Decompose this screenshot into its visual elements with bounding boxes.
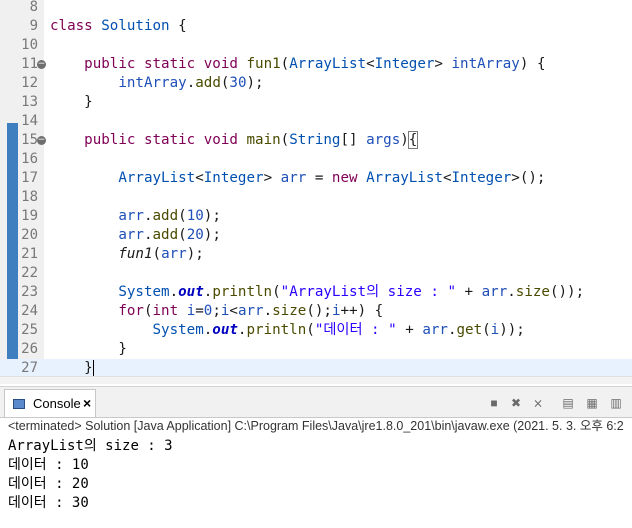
code-line: 8: [0, 0, 632, 17]
console-output-line: 데이터 : 30: [8, 495, 89, 511]
line-number: 25: [21, 322, 38, 338]
code-line: 25 System.out.println("데이터 : " + arr.get…: [0, 321, 632, 340]
code-line: 13 }: [0, 93, 632, 112]
fold-collapse-icon[interactable]: −: [37, 60, 46, 69]
code-text: System.out.println("ArrayList의 size : " …: [118, 284, 585, 300]
code-text: System.out.println("데이터 : " + arr.get(i)…: [152, 322, 525, 338]
console-status-line: <terminated> Solution [Java Application]…: [8, 419, 624, 433]
code-line: 14: [0, 112, 632, 131]
code-line: 23 System.out.println("ArrayList의 size :…: [0, 283, 632, 302]
line-number: 21: [21, 246, 38, 262]
line-number: 19: [21, 208, 38, 224]
line-number: 10: [21, 37, 38, 53]
console-icon: [13, 399, 25, 409]
code-text: intArray.add(30);: [118, 75, 264, 91]
console-output[interactable]: ArrayList의 size : 3 데이터 : 10 데이터 : 20 데이터 :…: [8, 437, 173, 513]
code-text: fun1(arr);: [118, 246, 204, 262]
line-number: 26: [21, 341, 38, 357]
code-editor[interactable]: 8 9 class Solution { 10 11 − public stat…: [0, 0, 632, 384]
code-line: 20 arr.add(20);: [0, 226, 632, 245]
code-text: ArrayList<Integer> arr = new ArrayList<I…: [118, 170, 546, 186]
line-number: 9: [29, 18, 38, 34]
code-line: 26 }: [0, 340, 632, 359]
code-text: class Solution {: [50, 18, 187, 34]
code-line: 24 for(int i=0;i<arr.size();i++) {: [0, 302, 632, 321]
line-number: 8: [29, 0, 38, 15]
remove-all-terminated-icon[interactable]: ⨯: [530, 395, 546, 411]
line-number: 13: [21, 94, 38, 110]
code-line: 15 − public static void main(String[] ar…: [0, 131, 632, 150]
code-line: 17 ArrayList<Integer> arr = new ArrayLis…: [0, 169, 632, 188]
code-text: }: [50, 94, 93, 110]
editor-horizontal-scrollbar[interactable]: [0, 376, 632, 384]
code-text: public static void main(String[] args){: [84, 131, 419, 149]
close-icon[interactable]: ×: [83, 395, 91, 411]
code-text: arr.add(10);: [118, 208, 221, 224]
code-line: 21 fun1(arr);: [0, 245, 632, 264]
line-number: 20: [21, 227, 38, 243]
code-line: 19 arr.add(10);: [0, 207, 632, 226]
line-number: 15: [21, 132, 38, 148]
show-on-stderr-icon[interactable]: ▥: [608, 395, 624, 411]
tab-console-label: Console: [33, 396, 81, 411]
line-number: 22: [21, 265, 38, 281]
code-line: 22: [0, 264, 632, 283]
line-number: 11: [21, 56, 38, 72]
code-text: for(int i=0;i<arr.size();i++) {: [118, 303, 384, 319]
code-line: 10: [0, 36, 632, 55]
code-line: 9 class Solution {: [0, 17, 632, 36]
code-text: arr.add(20);: [118, 227, 221, 243]
remove-launch-icon[interactable]: ✖: [508, 395, 524, 411]
code-line: 12 intArray.add(30);: [0, 74, 632, 93]
code-text: }: [50, 341, 127, 357]
line-number: 12: [21, 75, 38, 91]
console-output-line: 데이터 : 10: [8, 457, 89, 473]
code-line: 16: [0, 150, 632, 169]
code-text: public static void fun1(ArrayList<Intege…: [84, 56, 546, 72]
show-on-stdout-icon[interactable]: ▦: [584, 395, 600, 411]
line-number: 17: [21, 170, 38, 186]
code-line: 11 − public static void fun1(ArrayList<I…: [0, 55, 632, 74]
terminate-icon[interactable]: ■: [486, 395, 502, 411]
code-line: 18: [0, 188, 632, 207]
line-number: 14: [21, 113, 38, 129]
line-number: 18: [21, 189, 38, 205]
tab-console[interactable]: Console ×: [4, 389, 96, 417]
line-number: 24: [21, 303, 38, 319]
console-output-line: 데이터 : 20: [8, 476, 89, 492]
console-output-line: ArrayList의 size : 3: [8, 438, 173, 454]
line-number: 23: [21, 284, 38, 300]
fold-collapse-icon[interactable]: −: [37, 136, 46, 145]
line-number: 16: [21, 151, 38, 167]
console-tab-bar: Console × ■ ✖ ⨯ ▤ ▦ ▥: [0, 386, 632, 418]
scroll-lock-icon[interactable]: ▤: [560, 395, 576, 411]
text-cursor: [92, 360, 94, 376]
